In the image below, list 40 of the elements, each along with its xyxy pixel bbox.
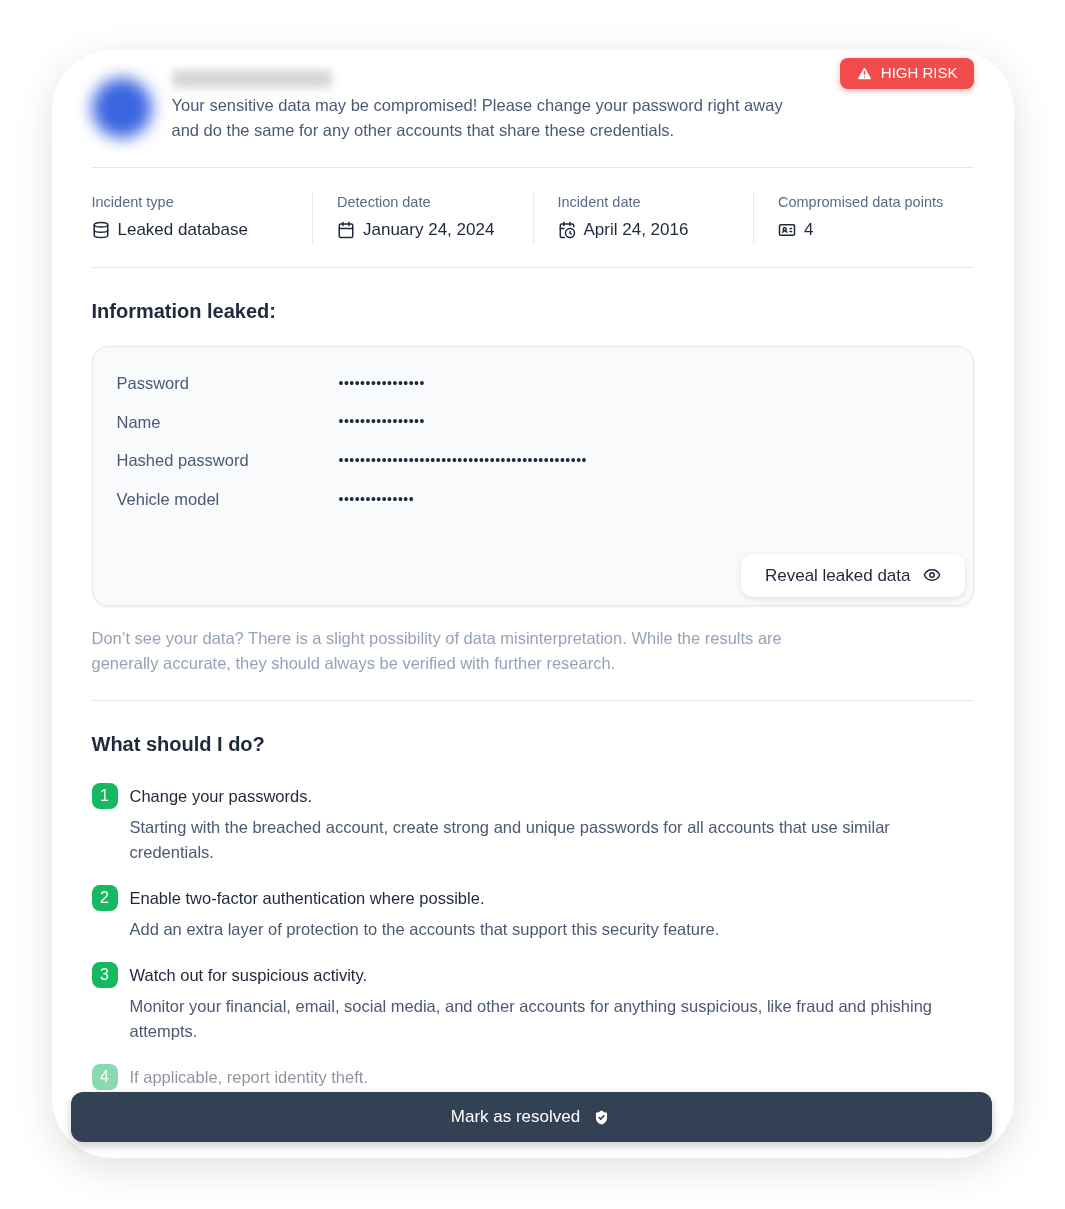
masked-value: •••••••••••••••••••••••••••••••••••••••••••••• xyxy=(338,451,587,471)
detail-label: Compromised data points xyxy=(778,192,945,212)
step-number: 2 xyxy=(91,885,118,911)
calendar-icon xyxy=(337,221,355,239)
field-label: Hashed password xyxy=(116,450,250,472)
step-title: If applicable, report identity theft. xyxy=(129,1067,368,1088)
warning-icon xyxy=(855,64,873,82)
detail-label: Detection date xyxy=(337,192,432,212)
section-heading: What should I do? xyxy=(91,732,266,757)
detail-value: 4 xyxy=(804,219,814,242)
blurred-logo xyxy=(91,78,152,138)
step-number: 1 xyxy=(91,783,118,809)
step-number: 4 xyxy=(91,1064,118,1090)
section-heading: Information leaked: xyxy=(91,298,277,324)
step-title: Change your passwords. xyxy=(129,786,313,807)
warning-message: Your sensitive data may be compromised! Please change your password right away and do the same for any other accounts that share these credentials. xyxy=(171,94,784,141)
field-label: Password xyxy=(116,372,190,394)
masked-value: •••••••••••••• xyxy=(338,489,415,509)
risk-badge: HIGH RISK xyxy=(839,58,974,89)
step-title: Watch out for suspicious activity. xyxy=(129,965,368,986)
detail-value: Leaked database xyxy=(117,219,248,242)
field-label: Vehicle model xyxy=(116,489,221,510)
masked-value: •••••••••••••••• xyxy=(338,373,425,393)
masked-value: •••••••••••••••• xyxy=(338,412,425,432)
field-label: Name xyxy=(116,411,162,433)
step-description: Add an extra layer of protection to the accounts that support this security feature. xyxy=(129,919,720,940)
step-description: Starting with the breached account, create strong and unique passwords for all accounts that use similar credentials. xyxy=(129,817,891,863)
reveal-button[interactable]: Reveal leaked data xyxy=(740,553,965,597)
calendar-clock-icon xyxy=(557,221,576,239)
step-description: Monitor your financial, email, social media, and other accounts for anything suspicious, like fraud and phishing attempts. xyxy=(129,996,934,1042)
detail-label: Incident type xyxy=(91,192,175,212)
disclaimer-text: Don’t see your data? There is a slight possibility of data misinterpretation. While the results are generally accurate, they should always be verified with further research. xyxy=(91,628,783,674)
resolve-button[interactable]: Mark as resolved xyxy=(70,1092,992,1142)
step-number: 3 xyxy=(91,962,118,988)
detail-value: January 24, 2024 xyxy=(363,219,495,242)
detail-label: Incident date xyxy=(557,192,642,212)
step-title: Enable two-factor authentication where possible. xyxy=(129,888,486,909)
id-card-icon xyxy=(778,221,796,239)
database-icon xyxy=(91,221,110,239)
detail-value: April 24, 2016 xyxy=(583,219,689,242)
